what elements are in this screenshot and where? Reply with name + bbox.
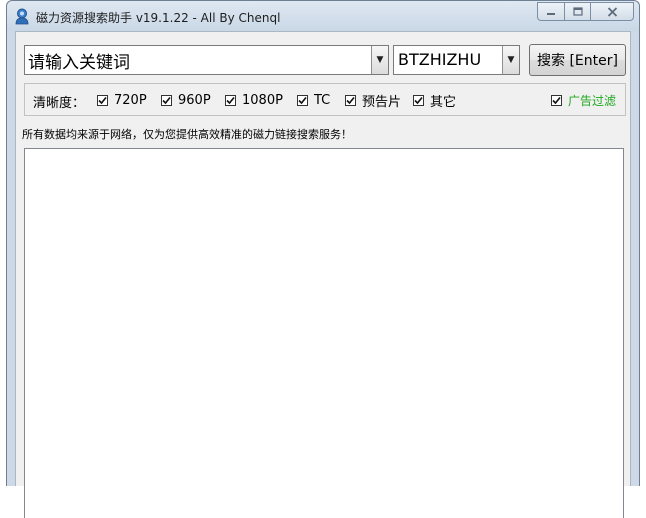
filter-trailer-label: 预告片	[362, 94, 402, 110]
filter-other-checkbox[interactable]: 其它	[413, 93, 457, 110]
results-list[interactable]	[24, 148, 624, 518]
checkmark-icon	[551, 94, 562, 106]
window-title: 磁力资源搜索助手 v19.1.22 - All By Chenql	[36, 11, 281, 25]
checkmark-icon	[225, 94, 236, 106]
close-icon	[607, 6, 617, 17]
caption-buttons	[537, 2, 634, 22]
ad-filter-checkbox[interactable]: 广告过滤	[551, 93, 617, 108]
maximize-icon	[572, 7, 583, 16]
checkmark-icon	[413, 94, 424, 106]
checkmark-icon	[345, 94, 356, 106]
quality-label: 清晰度：	[33, 96, 86, 111]
minimize-button[interactable]	[537, 2, 564, 21]
title-bar[interactable]: 磁力资源搜索助手 v19.1.22 - All By Chenql	[7, 1, 639, 31]
chevron-down-icon: ▼	[507, 55, 515, 65]
minimize-icon	[547, 12, 555, 15]
magnet-search-app-icon	[15, 8, 29, 25]
filter-tc-label: TC	[314, 92, 331, 108]
search-button[interactable]: 搜索 [Enter]	[529, 44, 626, 76]
site-select[interactable]: BTZHIZHU ▼	[393, 45, 520, 75]
maximize-button[interactable]	[564, 2, 590, 21]
quality-filter-group: 清晰度： 720P 960P 1080P TC 预告片 其它 广告过滤	[24, 83, 626, 116]
ad-filter-label: 广告过滤	[568, 93, 617, 108]
app-window: 磁力资源搜索助手 v19.1.22 - All By Chenql ▼ BTZH…	[6, 0, 640, 518]
keyword-dropdown-button[interactable]: ▼	[371, 46, 388, 74]
disclaimer-text: 所有数据均来源于网络，仅为您提供高效精准的磁力链接搜索服务！	[22, 128, 352, 141]
filter-1080p-label: 1080P	[242, 92, 283, 108]
checkmark-icon	[297, 94, 308, 106]
filter-other-label: 其它	[430, 94, 457, 110]
close-button[interactable]	[590, 2, 634, 21]
keyword-combobox[interactable]: ▼	[24, 45, 389, 75]
client-area: ▼ BTZHIZHU ▼ 搜索 [Enter] 清晰度： 720P 960P 1…	[15, 31, 631, 518]
checkmark-icon	[161, 94, 172, 106]
filter-trailer-checkbox[interactable]: 预告片	[345, 93, 402, 110]
filter-960p-label: 960P	[178, 92, 211, 108]
filter-960p-checkbox[interactable]: 960P	[161, 92, 211, 108]
site-dropdown-button[interactable]: ▼	[502, 46, 519, 74]
site-select-value: BTZHIZHU	[398, 50, 482, 69]
filter-720p-checkbox[interactable]: 720P	[97, 92, 147, 108]
filter-tc-checkbox[interactable]: TC	[297, 92, 331, 108]
chevron-down-icon: ▼	[376, 55, 384, 65]
keyword-input[interactable]	[25, 46, 371, 74]
checkmark-icon	[97, 94, 108, 106]
filter-720p-label: 720P	[114, 92, 147, 108]
filter-1080p-checkbox[interactable]: 1080P	[225, 92, 283, 108]
